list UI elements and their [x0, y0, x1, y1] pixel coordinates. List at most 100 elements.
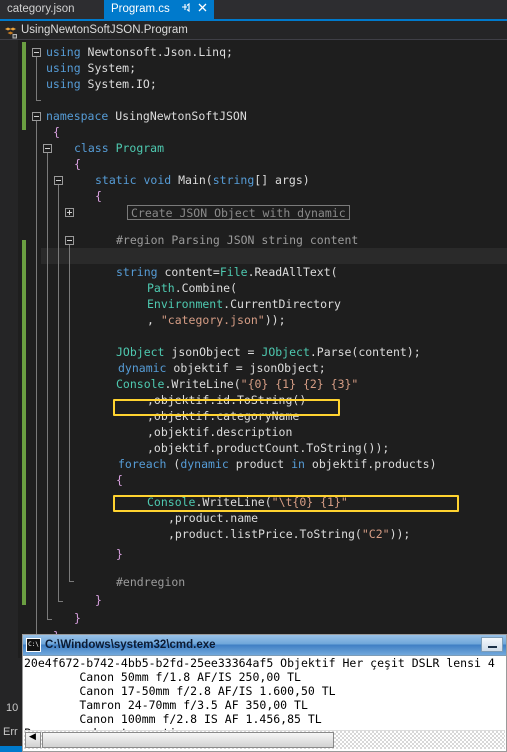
fold-guide-method — [58, 181, 59, 601]
fold-guide-class — [47, 149, 48, 619]
code-token: using — [46, 45, 81, 59]
code-token: ,product.listPrice.ToString( — [168, 527, 362, 541]
console-horizontal-scrollbar[interactable] — [24, 730, 505, 749]
csharp-class-icon — [4, 24, 18, 39]
code-line: Console.WriteLine("\t{0} {1}" — [147, 494, 348, 510]
code-token: Program — [115, 141, 165, 155]
console-output: 20e4f672-b742-4bb5-b2fd-25ee33364af5 Obj… — [23, 656, 506, 730]
pin-tab-icon[interactable] — [179, 2, 192, 17]
code-token: .WriteLine( — [195, 495, 272, 509]
console-title-label: C:\Windows\system32\cmd.exe — [45, 639, 216, 651]
console-line: Canon 50mm f/1.8 AF/IS 250,00 TL — [24, 670, 301, 684]
code-token: class — [74, 141, 109, 155]
scroll-left-arrow-icon[interactable] — [25, 732, 41, 748]
code-token: { — [95, 189, 102, 203]
error-list-label: Err — [3, 726, 18, 738]
code-token: void — [143, 173, 172, 187]
fold-guide-outer — [36, 53, 37, 100]
code-token: foreach — [118, 457, 167, 471]
fold-toggle-collapsed-region[interactable] — [65, 208, 74, 217]
console-line: Canon 100mm f/2.8 IS AF 1.456,85 TL — [24, 712, 322, 726]
cmd-console-icon: C:\ — [26, 638, 41, 652]
code-line: ,objektif.productCount.ToString()); — [147, 440, 389, 456]
close-tab-icon[interactable] — [196, 2, 209, 17]
fold-toggle-class[interactable] — [43, 144, 52, 153]
fold-end-tick-region — [69, 581, 74, 582]
fold-end-tick-class — [47, 619, 52, 620]
code-token: Path — [147, 281, 175, 295]
code-token: .ReadAllText( — [247, 265, 338, 279]
code-line: ,product.listPrice.ToString("C2")); — [168, 526, 410, 542]
code-token: Main( — [171, 173, 213, 187]
code-token: objektif.products) — [304, 457, 437, 471]
tab-category-json[interactable]: category.json — [0, 0, 82, 19]
code-token: JObject — [261, 345, 310, 359]
code-token: "\t{0} {1}" — [271, 495, 348, 509]
cmd-console-window[interactable]: C:\ C:\Windows\system32\cmd.exe 20e4f672… — [22, 634, 507, 752]
code-token: ( — [166, 457, 181, 471]
code-token: "{0} {1} {2} {3}" — [240, 377, 359, 391]
code-token: using — [46, 77, 81, 91]
breadcrumb-label: UsingNewtonSoftJSON.Program — [21, 24, 188, 36]
code-line: static void Main(string[] args) — [95, 172, 310, 188]
code-token: .Combine( — [174, 281, 238, 295]
code-token: dynamic — [118, 361, 167, 375]
code-token: } — [74, 611, 81, 625]
code-line: class Program — [74, 140, 164, 156]
tab-label: Program.cs — [111, 3, 170, 15]
navigation-bar[interactable]: UsingNewtonSoftJSON.Program — [0, 21, 507, 40]
code-line: ,objektif.description — [147, 424, 292, 440]
code-token: , — [147, 313, 161, 327]
code-token: ,objektif.description — [147, 425, 293, 439]
code-line: , "category.json")); — [147, 312, 286, 328]
collapsed-region-placeholder[interactable]: Create JSON Object with dynamic — [127, 205, 350, 220]
code-token: UsingNewtonSoftJSON — [108, 109, 247, 123]
console-line: 20e4f672-b742-4bb5-b2fd-25ee33364af5 Obj… — [24, 656, 495, 670]
code-line: ,product.name — [168, 510, 258, 526]
code-token: dynamic — [180, 457, 229, 471]
code-token: "C2" — [361, 527, 390, 541]
code-token: ,product.name — [168, 511, 259, 525]
fold-toggle-namespace[interactable] — [32, 112, 41, 121]
code-token: )); — [389, 527, 411, 541]
tab-program-cs[interactable]: Program.cs — [104, 0, 214, 19]
code-token: .CurrentDirectory — [223, 297, 341, 311]
minimize-button[interactable] — [481, 637, 503, 652]
code-line: #region Parsing JSON string content — [116, 232, 358, 248]
code-token: static — [95, 173, 137, 187]
tab-label: category.json — [7, 3, 75, 15]
console-line: Canon 17-50mm f/2.8 AF/IS 1.600,50 TL — [24, 684, 336, 698]
code-token: { — [116, 473, 123, 487]
indicator-margin[interactable] — [0, 40, 18, 658]
code-line: using Newtonsoft.Json.Linq; — [46, 44, 233, 60]
code-line: ,objektif.categoryName — [147, 408, 299, 424]
code-line: } — [95, 592, 102, 608]
code-token: #region Parsing JSON string content — [116, 233, 359, 247]
fold-toggle-parsing-region[interactable] — [65, 236, 74, 245]
code-line: } — [116, 546, 123, 562]
code-token: .WriteLine( — [164, 377, 241, 391]
fold-toggle-usings[interactable] — [32, 48, 41, 57]
code-editor[interactable]: Create JSON Object with dynamic using Ne… — [0, 40, 507, 658]
console-line: Tamron 24-70mm f/3.5 AF 350,00 TL — [24, 698, 308, 712]
scrollbar-thumb[interactable] — [42, 732, 334, 748]
code-token: )); — [264, 313, 286, 327]
code-token: using — [46, 61, 81, 75]
code-line: string content=File.ReadAllText( — [116, 264, 338, 280]
code-token: #endregion — [116, 575, 186, 589]
code-line: using System.IO; — [46, 76, 157, 92]
fold-toggle-method[interactable] — [54, 176, 63, 185]
error-count-label: 10 — [6, 702, 19, 714]
code-token: content= — [157, 265, 220, 279]
code-line: ,objektif.id.ToString() — [147, 392, 306, 408]
code-token: in — [291, 457, 305, 471]
code-token: product — [228, 457, 292, 471]
fold-end-tick-method — [58, 601, 63, 602]
code-token: ,objektif.categoryName — [147, 409, 300, 423]
code-token: ,objektif.id.ToString() — [147, 393, 307, 407]
code-line: JObject jsonObject = JObject.Parse(conte… — [116, 344, 421, 360]
console-title-bar[interactable]: C:\ C:\Windows\system32\cmd.exe — [23, 635, 506, 656]
code-token: JObject — [116, 345, 165, 359]
code-token: string — [212, 173, 255, 187]
